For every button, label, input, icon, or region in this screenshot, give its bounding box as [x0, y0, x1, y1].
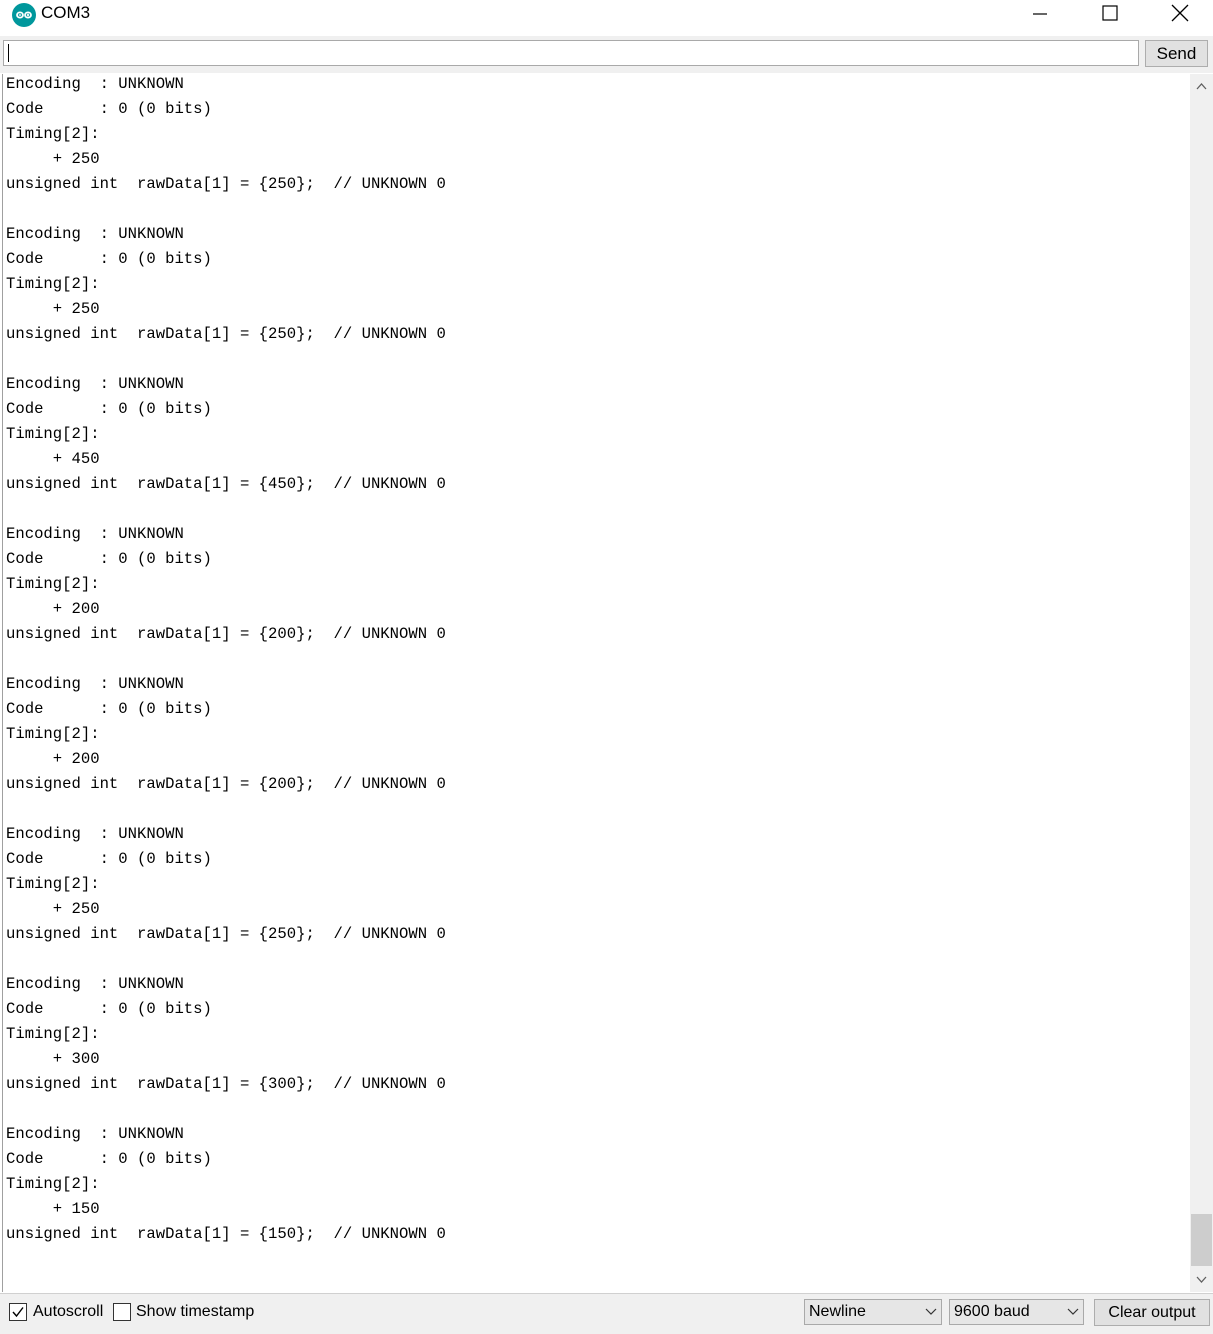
vertical-scrollbar[interactable] — [1190, 74, 1213, 1292]
output-line: Encoding : UNKNOWN — [6, 1125, 184, 1143]
output-line: unsigned int rawData[1] = {250}; // UNKN… — [6, 175, 446, 193]
output-line: + 250 — [6, 150, 100, 168]
send-button[interactable]: Send — [1145, 40, 1208, 67]
output-line: Timing[2]: — [6, 1025, 100, 1043]
output-lines: Encoding : UNKNOWN Code : 0 (0 bits) Timin… — [6, 74, 446, 1247]
output-line: Code : 0 (0 bits) — [6, 550, 212, 568]
output-line: Timing[2]: — [6, 575, 100, 593]
maximize-button[interactable] — [1075, 0, 1145, 30]
close-icon — [1171, 4, 1189, 22]
output-line: Timing[2]: — [6, 1175, 100, 1193]
output-line: Timing[2]: — [6, 425, 100, 443]
output-line: unsigned int rawData[1] = {200}; // UNKN… — [6, 775, 446, 793]
window-title: COM3 — [41, 3, 91, 22]
title-bar: COM3 — [0, 0, 1213, 30]
maximize-icon — [1102, 5, 1118, 21]
baud-rate-value: 9600 baud — [954, 1303, 1030, 1320]
output-line: Code : 0 (0 bits) — [6, 100, 212, 118]
show-timestamp-label[interactable]: Show timestamp — [136, 1303, 254, 1321]
output-line: Timing[2]: — [6, 275, 100, 293]
output-line: unsigned int rawData[1] = {300}; // UNKN… — [6, 1075, 446, 1093]
output-line: Encoding : UNKNOWN — [6, 225, 184, 243]
checkmark-icon — [12, 1307, 24, 1318]
output-line: unsigned int rawData[1] = {250}; // UNKN… — [6, 325, 446, 343]
output-line: Encoding : UNKNOWN — [6, 825, 184, 843]
serial-output[interactable]: Encoding : UNKNOWN Code : 0 (0 bits) Timin… — [2, 74, 1190, 1292]
minimize-button[interactable] — [1005, 0, 1075, 30]
output-line: Code : 0 (0 bits) — [6, 850, 212, 868]
output-line: Encoding : UNKNOWN — [6, 975, 184, 993]
minimize-icon — [1033, 13, 1047, 15]
output-line: + 200 — [6, 750, 100, 768]
scroll-thumb[interactable] — [1191, 1214, 1212, 1266]
send-bar: Send — [0, 36, 1213, 73]
output-line: + 250 — [6, 300, 100, 318]
autoscroll-checkbox[interactable] — [9, 1303, 27, 1321]
output-line: Code : 0 (0 bits) — [6, 250, 212, 268]
output-line: Encoding : UNKNOWN — [6, 375, 184, 393]
line-ending-select[interactable]: Newline — [804, 1299, 942, 1325]
chevron-down-icon — [1196, 1276, 1207, 1283]
chevron-up-icon — [1196, 83, 1207, 90]
autoscroll-label[interactable]: Autoscroll — [33, 1303, 103, 1321]
show-timestamp-checkbox[interactable] — [113, 1303, 131, 1321]
bottom-bar: Autoscroll Show timestamp Newline 9600 b… — [0, 1293, 1213, 1334]
serial-input[interactable] — [3, 40, 1139, 66]
output-line: Timing[2]: — [6, 875, 100, 893]
output-line: Encoding : UNKNOWN — [6, 675, 184, 693]
output-line: unsigned int rawData[1] = {200}; // UNKN… — [6, 625, 446, 643]
output-line: unsigned int rawData[1] = {450}; // UNKN… — [6, 475, 446, 493]
output-line: Encoding : UNKNOWN — [6, 525, 184, 543]
chevron-down-icon — [1067, 1308, 1079, 1315]
close-button[interactable] — [1145, 0, 1213, 30]
output-line: Encoding : UNKNOWN — [6, 75, 184, 93]
output-line: Timing[2]: — [6, 125, 100, 143]
text-caret — [8, 44, 9, 62]
output-line: + 150 — [6, 1200, 100, 1218]
output-line: Timing[2]: — [6, 725, 100, 743]
output-line: + 250 — [6, 900, 100, 918]
arduino-logo-icon — [12, 3, 36, 27]
baud-rate-select[interactable]: 9600 baud — [949, 1299, 1084, 1325]
output-line: Code : 0 (0 bits) — [6, 1000, 212, 1018]
output-line: Code : 0 (0 bits) — [6, 1150, 212, 1168]
clear-output-button[interactable]: Clear output — [1094, 1299, 1210, 1326]
scroll-down-button[interactable] — [1190, 1268, 1213, 1292]
output-line: Code : 0 (0 bits) — [6, 700, 212, 718]
chevron-down-icon — [925, 1308, 937, 1315]
output-line: unsigned int rawData[1] = {150}; // UNKN… — [6, 1225, 446, 1243]
output-line: + 300 — [6, 1050, 100, 1068]
output-line: Code : 0 (0 bits) — [6, 400, 212, 418]
scroll-up-button[interactable] — [1190, 74, 1213, 98]
line-ending-value: Newline — [809, 1303, 866, 1320]
output-line: unsigned int rawData[1] = {250}; // UNKN… — [6, 925, 446, 943]
output-line: + 200 — [6, 600, 100, 618]
output-line: + 450 — [6, 450, 100, 468]
